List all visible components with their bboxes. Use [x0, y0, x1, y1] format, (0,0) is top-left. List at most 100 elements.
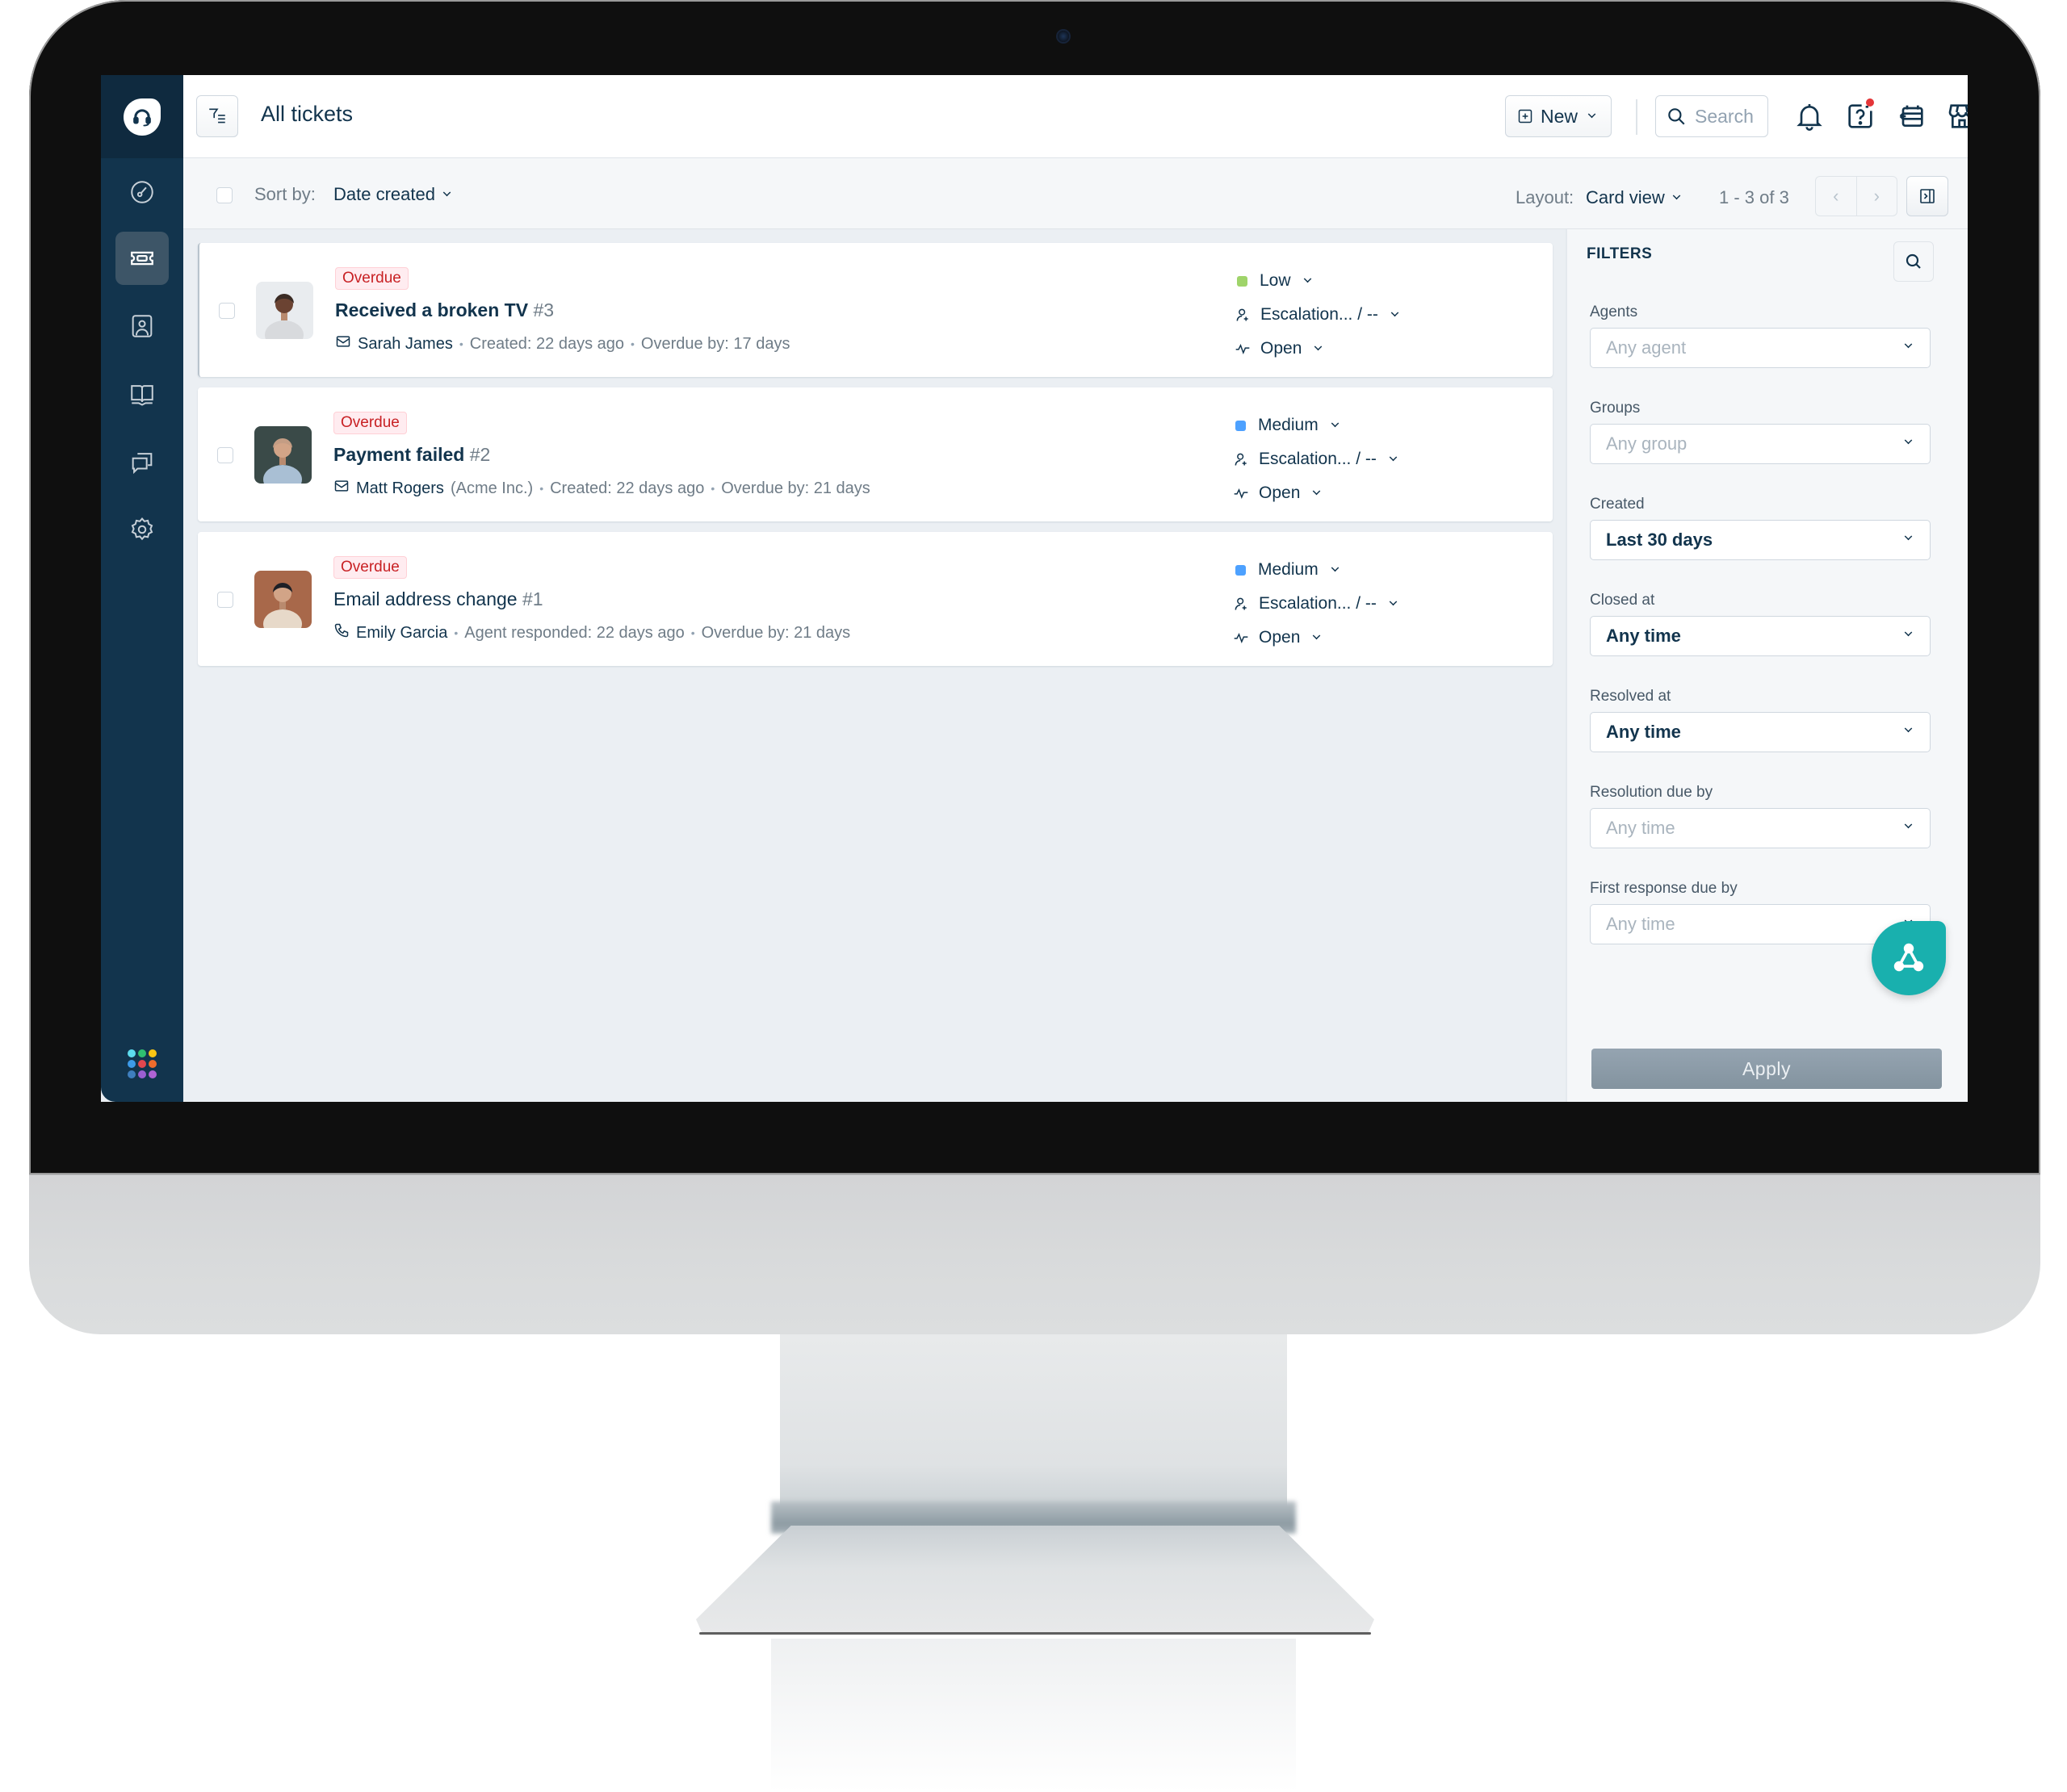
app-grid-dot — [138, 1049, 146, 1057]
ticket-checkbox[interactable] — [217, 592, 233, 608]
requester-name[interactable]: Matt Rogers — [356, 479, 444, 498]
filter-toggle-button[interactable] — [196, 95, 238, 137]
priority-indicator — [1237, 275, 1247, 287]
ticket-checkbox[interactable] — [219, 303, 235, 319]
overdue-badge: Overdue — [335, 267, 409, 290]
contact-card-icon — [132, 315, 153, 337]
new-button[interactable]: New — [1505, 95, 1612, 137]
sort-dropdown[interactable]: Date created — [333, 184, 451, 205]
app-grid-dot — [149, 1070, 157, 1078]
ticket-properties: Low Escalation... / -- Open — [1235, 264, 1399, 366]
chevron-down-icon — [1904, 724, 1913, 733]
ticket-overdue-info: Overdue by: 21 days — [701, 623, 851, 642]
ticket-icon — [131, 251, 153, 266]
ticket-list: Overdue Received a broken TV #3 Sarah Ja… — [198, 243, 1553, 676]
chevron-down-icon — [1331, 563, 1339, 572]
filters-search-button[interactable] — [1893, 241, 1934, 282]
ticket-subject-text: Received a broken TV — [335, 299, 529, 320]
notifications-button[interactable] — [1788, 94, 1831, 138]
chevron-down-icon — [442, 188, 451, 197]
filter-select-resolution-due-by[interactable]: Any time — [1590, 808, 1931, 848]
sidebar-item-admin[interactable] — [115, 503, 169, 556]
requester-company: (Acme Inc.) — [450, 479, 534, 497]
sidebar-item-tickets[interactable] — [115, 232, 169, 285]
phone-icon — [333, 622, 350, 643]
priority-dropdown[interactable]: Low — [1235, 264, 1398, 298]
status-value: Open — [1259, 484, 1301, 502]
calendar-swap-button[interactable] — [1889, 94, 1933, 138]
app-grid-icon[interactable] — [128, 1049, 157, 1078]
ticket-meta: Sarah James • Created: 22 days ago • Ove… — [335, 333, 790, 354]
requester-name[interactable]: Sarah James — [358, 335, 453, 354]
layout-dropdown[interactable]: Card view — [1586, 187, 1681, 208]
requester-avatar — [256, 282, 313, 339]
help-button[interactable] — [1838, 94, 1882, 138]
chevron-down-icon — [1313, 487, 1321, 496]
sidebar-item-discussions[interactable] — [115, 435, 169, 488]
top-header: All tickets New Search — [183, 75, 1968, 158]
group-agent-value: Escalation... / -- — [1259, 594, 1377, 613]
apply-button[interactable]: Apply — [1591, 1049, 1942, 1089]
ticket-card[interactable]: Overdue Received a broken TV #3 Sarah Ja… — [198, 243, 1553, 377]
status-dropdown[interactable]: Open — [1233, 621, 1397, 655]
sidebar-item-dashboard[interactable] — [115, 165, 169, 219]
search-icon — [1668, 108, 1685, 125]
ticket-subject[interactable]: Payment failed #2 — [333, 444, 490, 466]
sort-label: Sort by: — [254, 184, 316, 204]
assignee-dropdown[interactable]: Escalation... / -- — [1235, 298, 1399, 332]
filter-select-value: Any time — [1606, 914, 1675, 934]
priority-dropdown[interactable]: Medium — [1233, 408, 1397, 442]
ticket-card[interactable]: Overdue Payment failed #2 Matt Rogers (A… — [198, 387, 1553, 521]
group-agent-value: Escalation... / -- — [1260, 305, 1378, 324]
ticket-number: #2 — [469, 444, 491, 465]
toggle-filter-panel-button[interactable] — [1906, 176, 1948, 216]
assignee-dropdown[interactable]: Escalation... / -- — [1233, 442, 1398, 476]
ticket-subject-text: Email address change — [333, 588, 518, 609]
separator-dot: • — [454, 626, 459, 639]
separator-dot: • — [459, 337, 463, 350]
search-button[interactable]: Search — [1655, 95, 1768, 137]
pagination-controls: ‹ › — [1815, 176, 1897, 216]
filter-select-value: Any time — [1606, 626, 1681, 646]
priority-dropdown[interactable]: Medium — [1233, 553, 1397, 587]
filter-select-created[interactable]: Last 30 days — [1590, 520, 1931, 560]
marketplace-button[interactable] — [1940, 94, 1968, 138]
select-all-checkbox[interactable] — [216, 187, 233, 203]
brand[interactable] — [101, 75, 183, 158]
sidebar — [101, 75, 183, 1102]
ticket-time-info: Agent responded: 22 days ago — [464, 623, 685, 642]
chevron-down-icon — [1587, 110, 1596, 119]
ticket-overdue-info: Overdue by: 17 days — [640, 334, 790, 353]
filter-select-closed-at[interactable]: Any time — [1590, 616, 1931, 656]
filter-select-groups[interactable]: Any group — [1590, 424, 1931, 464]
ticket-card[interactable]: Overdue Email address change #1 Emily Ga… — [198, 532, 1553, 666]
status-dropdown[interactable]: Open — [1235, 332, 1398, 366]
ticket-number: #3 — [533, 299, 555, 320]
activity-icon — [1235, 343, 1250, 355]
book-icon — [131, 385, 153, 406]
ticket-subject[interactable]: Email address change #1 — [333, 588, 543, 610]
search-placeholder: Search — [1695, 105, 1754, 127]
ticket-time-info: Created: 22 days ago — [550, 479, 705, 497]
layout-label: Layout: — [1516, 187, 1574, 207]
chevron-down-icon — [1904, 340, 1913, 349]
filter-select-agents[interactable]: Any agent — [1590, 328, 1931, 368]
app-grid-dot — [149, 1049, 157, 1057]
assignee-dropdown[interactable]: Escalation... / -- — [1233, 587, 1398, 621]
next-page-button[interactable]: › — [1855, 177, 1897, 216]
requester-name[interactable]: Emily Garcia — [356, 624, 447, 643]
list-toolbar: Sort by: Date created Layout: Card view … — [183, 158, 1968, 229]
filters-title: FILTERS — [1587, 245, 1653, 262]
chevron-down-icon — [1389, 453, 1398, 462]
sidebar-item-solutions[interactable] — [115, 367, 169, 421]
chat-bubbles-icon — [132, 453, 153, 475]
ticket-subject[interactable]: Received a broken TV #3 — [335, 299, 554, 321]
freddy-ai-button[interactable] — [1872, 921, 1946, 995]
sidebar-item-contacts[interactable] — [115, 299, 169, 353]
camera-icon — [1058, 31, 1069, 42]
filter-select-resolved-at[interactable]: Any time — [1590, 712, 1931, 752]
prev-page-button[interactable]: ‹ — [1816, 177, 1856, 216]
sort-value: Date created — [333, 184, 435, 204]
status-dropdown[interactable]: Open — [1233, 476, 1397, 510]
ticket-checkbox[interactable] — [217, 447, 233, 463]
